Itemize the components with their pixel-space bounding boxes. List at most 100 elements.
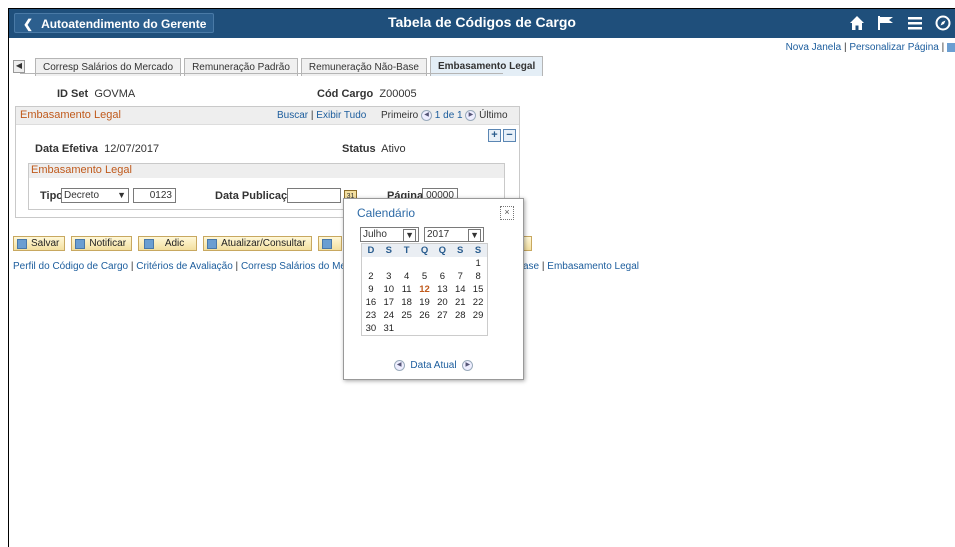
previous-icon[interactable]: ◀ bbox=[393, 360, 405, 371]
calendar-day[interactable]: 26 bbox=[416, 309, 434, 322]
calendar-empty-cell bbox=[433, 257, 451, 270]
status-value: Ativo bbox=[381, 143, 406, 155]
effective-date-field: Data Efetiva 12/07/2017 bbox=[35, 143, 159, 155]
month-select[interactable]: Julho ▼ bbox=[360, 227, 419, 242]
calendar-day[interactable]: 25 bbox=[398, 309, 416, 322]
update-display-button[interactable]: Atualizar/Consultar bbox=[203, 236, 312, 251]
calendar-day[interactable]: 20 bbox=[433, 296, 451, 309]
help-icon[interactable] bbox=[947, 42, 955, 52]
calendar-day[interactable]: 8 bbox=[469, 270, 487, 283]
calendar-day[interactable]: 27 bbox=[433, 309, 451, 322]
calendar-day[interactable]: 7 bbox=[451, 270, 469, 283]
job-code-profile-link[interactable]: Perfil do Código de Cargo bbox=[13, 261, 128, 272]
menu-icon[interactable] bbox=[907, 16, 923, 30]
year-select-value: 2017 bbox=[427, 229, 450, 240]
calendar-day[interactable]: 23 bbox=[362, 309, 380, 322]
calendar-day[interactable]: 22 bbox=[469, 296, 487, 309]
calendar-week: 2345678 bbox=[362, 270, 487, 283]
calendar-day[interactable]: 18 bbox=[398, 296, 416, 309]
number-field[interactable]: 0123 bbox=[133, 188, 176, 203]
calendar-day[interactable]: 4 bbox=[398, 270, 416, 283]
next-icon[interactable]: ▶ bbox=[462, 360, 474, 371]
weekday-header: DSTQQSS bbox=[362, 244, 487, 257]
calendar-empty-cell bbox=[380, 257, 398, 270]
calendar-day[interactable]: 15 bbox=[469, 283, 487, 296]
add-row-button[interactable]: + bbox=[488, 129, 501, 142]
view-all-link[interactable]: Exibir Tudo bbox=[316, 110, 366, 121]
notify-icon bbox=[75, 238, 86, 249]
tab-scroll-left-icon[interactable]: ◀ bbox=[13, 60, 25, 73]
calendar-day[interactable]: 2 bbox=[362, 270, 380, 283]
row-counter: 1 de 1 bbox=[434, 110, 463, 122]
status-label: Status bbox=[342, 143, 376, 155]
save-icon bbox=[17, 238, 27, 249]
calendar-day[interactable]: 19 bbox=[416, 296, 434, 309]
non-base-link[interactable]: ase bbox=[523, 261, 539, 272]
save-button[interactable]: Salvar bbox=[13, 236, 66, 251]
weekday-label: S bbox=[457, 245, 464, 256]
calendar-day[interactable]: 28 bbox=[451, 309, 469, 322]
month-select-value: Julho bbox=[363, 229, 387, 240]
calendar-day[interactable]: 5 bbox=[416, 270, 434, 283]
type-select[interactable]: Decreto ▼ bbox=[61, 188, 129, 203]
new-window-link[interactable]: Nova Janela bbox=[786, 42, 842, 53]
calendar-day[interactable]: 11 bbox=[398, 283, 416, 296]
update-display-button-label: Atualizar/Consultar bbox=[221, 238, 306, 249]
row-navigator: Primeiro ◀ 1 de 1 ▶ Último bbox=[381, 110, 508, 121]
calendar-day[interactable]: 16 bbox=[362, 296, 380, 309]
notify-button[interactable]: Notificar bbox=[71, 236, 133, 251]
calendar-day[interactable]: 24 bbox=[380, 309, 398, 322]
home-icon[interactable] bbox=[849, 15, 865, 31]
calendar-day[interactable]: 31 bbox=[380, 322, 398, 335]
personalize-page-link[interactable]: Personalizar Página bbox=[849, 42, 939, 53]
calendar-empty-cell bbox=[451, 322, 469, 335]
first-label: Primeiro bbox=[381, 110, 419, 122]
calendar-day[interactable]: 14 bbox=[451, 283, 469, 296]
calendar-day[interactable]: 1 bbox=[469, 257, 487, 270]
link-separator: | bbox=[941, 42, 945, 53]
flag-icon[interactable] bbox=[877, 15, 895, 31]
calendar-day[interactable]: 30 bbox=[362, 322, 380, 335]
find-link[interactable]: Buscar bbox=[277, 110, 308, 121]
current-date-link[interactable]: Data Atual bbox=[410, 360, 456, 371]
calendar-week: 30 31 bbox=[362, 322, 487, 335]
setid-field: ID Set GOVMA bbox=[57, 88, 135, 100]
year-select[interactable]: 2017 ▼ bbox=[424, 227, 484, 242]
calendar-day[interactable]: 9 bbox=[362, 283, 380, 296]
calendar-day[interactable]: 10 bbox=[380, 283, 398, 296]
calendar-empty-cell bbox=[398, 257, 416, 270]
calendar-empty-cell bbox=[469, 322, 487, 335]
close-icon[interactable]: × bbox=[500, 206, 514, 220]
link-separator: | bbox=[843, 42, 847, 53]
effective-date-label: Data Efetiva bbox=[35, 143, 98, 155]
link-separator: | bbox=[232, 261, 241, 272]
nav-separator: | bbox=[310, 110, 314, 121]
calendar-day[interactable]: 13 bbox=[433, 283, 451, 296]
delete-row-button[interactable]: − bbox=[503, 129, 516, 142]
next-icon[interactable]: ▶ bbox=[465, 110, 477, 121]
compass-icon[interactable] bbox=[935, 15, 951, 31]
add-button[interactable]: Adic bbox=[138, 236, 198, 251]
weekday-label: Q bbox=[438, 245, 447, 256]
weekday-label: S bbox=[385, 245, 392, 256]
calendar-day[interactable]: 17 bbox=[380, 296, 398, 309]
type-select-value: Decreto bbox=[64, 190, 100, 201]
group-title: Embasamento Legal bbox=[20, 109, 121, 121]
evaluation-criteria-link[interactable]: Critérios de Avaliação bbox=[136, 261, 233, 272]
calendar-day[interactable]: 3 bbox=[380, 270, 398, 283]
type-label: Tipo bbox=[40, 190, 64, 202]
publication-date-field[interactable] bbox=[287, 188, 341, 203]
calendar-day[interactable]: 12 bbox=[416, 283, 434, 296]
calendar-grid: D S T Q Q S S 1 2 3 4 5 6 7 8 9 10 11 12 13 14 15 16 17 18 19 20 21… bbox=[361, 243, 488, 336]
link-separator: | bbox=[128, 261, 137, 272]
calendar-day[interactable]: 21 bbox=[451, 296, 469, 309]
weekday-label: D bbox=[367, 245, 375, 256]
calendar-day[interactable]: 6 bbox=[433, 270, 451, 283]
include-history-button[interactable] bbox=[317, 236, 342, 251]
calendar-day[interactable]: 29 bbox=[469, 309, 487, 322]
add-button-label: Adic bbox=[164, 238, 185, 249]
setid-value: GOVMA bbox=[94, 88, 136, 100]
legal-basis-link[interactable]: Embasamento Legal bbox=[547, 261, 639, 272]
previous-icon[interactable]: ◀ bbox=[421, 110, 433, 121]
header-actions bbox=[849, 12, 955, 34]
